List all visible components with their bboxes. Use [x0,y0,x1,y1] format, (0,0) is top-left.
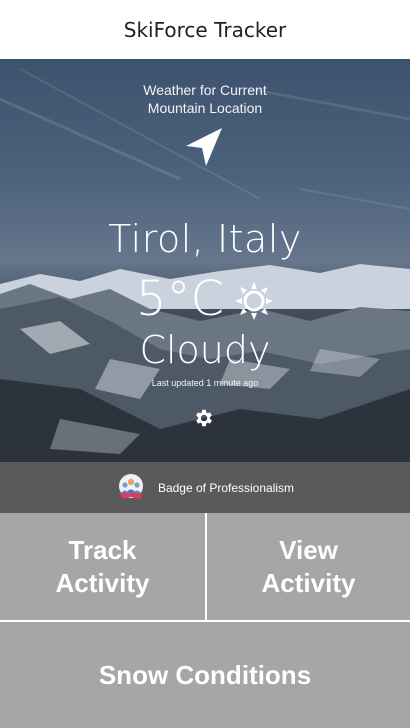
view-activity-label: View Activity [262,534,356,600]
location-name: Tirol, Italy [108,217,302,261]
app-title: SkiForce Tracker [123,17,287,42]
snow-conditions-button[interactable]: Snow Conditions [0,622,410,728]
track-activity-label: Track Activity [56,534,150,600]
snow-conditions-label: Snow Conditions [98,659,312,690]
weather-caption: Weather for Current Mountain Location [0,81,410,117]
weather-caption-line-2: Mountain Location [147,100,263,116]
view-activity-line-1: View [279,534,338,565]
weather-panel: Weather for Current Mountain Location Ti… [0,59,410,462]
view-activity-button[interactable]: View Activity [207,513,410,620]
track-activity-line-2: Activity [55,567,150,598]
weather-caption-line-1: Weather for Current [143,82,267,98]
app-header: SkiForce Tracker [0,0,410,59]
last-updated-text: Last updated 1 minute ago [151,378,259,388]
badge-label: Badge of Professionalism [157,480,295,495]
badge-icon [118,473,143,499]
navigation-arrow-icon[interactable] [184,126,224,168]
weather-condition: Cloudy [139,328,271,372]
view-activity-line-2: Activity [261,567,356,598]
temperature-value: 5°C [135,271,225,327]
gear-icon[interactable] [193,407,215,429]
sun-icon [235,282,274,320]
badge-bar[interactable]: Badge of Professionalism [0,462,410,513]
temperature-row: 5°C [0,271,410,327]
track-activity-line-1: Track [68,534,137,565]
track-activity-button[interactable]: Track Activity [0,513,205,620]
